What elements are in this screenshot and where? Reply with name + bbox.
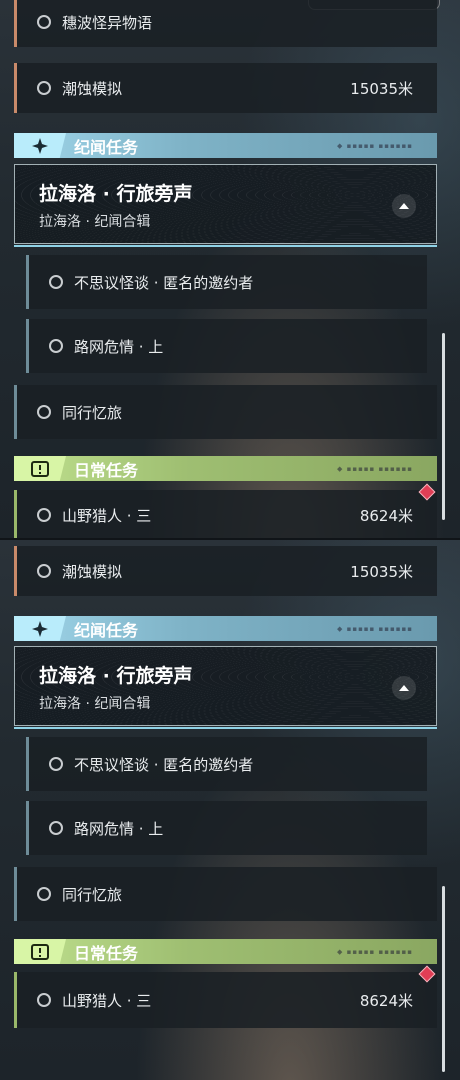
quest-label: 路网危情 · 上 [74,819,164,838]
quest-row-companion[interactable]: 同行忆旅 [14,385,437,439]
quest-label: 潮蚀模拟 [62,562,123,581]
quest-row-spectral[interactable]: 穗波怪异物语 [14,0,437,47]
quest-distance: 15035米 [350,562,413,581]
quest-row-hunter[interactable]: 山野猎人 · 三 8624米 [14,490,437,540]
exclamation-box-icon [14,939,66,964]
quest-type-bar [14,385,17,439]
section-title: 纪闻任务 [74,137,139,157]
radio-icon [49,821,63,835]
section-header-chronicle: 纪闻任务 ◆ ▪▪▪▪▪ ▪▪▪▪▪▪ [14,616,437,641]
radio-icon [49,275,63,289]
quest-list-panel-top: 穗波怪异物语 潮蚀模拟 15035米 纪闻任务 ◆ ▪▪▪▪▪ ▪▪▪▪▪▪ 拉… [0,0,460,540]
quest-label: 山野猎人 · 三 [62,991,152,1010]
quest-list-panel-bottom: 潮蚀模拟 15035米 纪闻任务 ◆ ▪▪▪▪▪ ▪▪▪▪▪▪ 拉海洛 · 行旅… [0,540,460,1080]
quest-type-bar [14,867,17,921]
card-underline [14,727,437,729]
decorative-pattern: ◆ ▪▪▪▪▪ ▪▪▪▪▪▪ [336,947,413,956]
radio-icon [37,564,51,578]
scrollbar-thumb[interactable] [442,886,445,1072]
quest-label: 不思议怪谈 · 匿名的邀约者 [74,755,254,774]
radio-icon [37,993,51,1007]
quest-type-bar [14,63,17,113]
quest-label: 穗波怪异物语 [62,13,153,32]
quest-type-bar [26,255,29,309]
quest-subrow-network[interactable]: 路网危情 · 上 [26,801,427,855]
quest-label: 山野猎人 · 三 [62,506,152,525]
quest-distance: 15035米 [350,79,413,98]
radio-icon [37,81,51,95]
radio-icon [49,757,63,771]
exclamation-box-icon [14,456,66,481]
quest-group-subtitle: 拉海洛 · 纪闻合辑 [39,696,151,712]
scrollbar-thumb[interactable] [442,333,445,520]
quest-label: 同行忆旅 [62,403,123,422]
quest-label: 同行忆旅 [62,885,123,904]
card-underline [14,245,437,247]
quest-label: 不思议怪谈 · 匿名的邀约者 [74,273,254,292]
quest-type-bar [14,490,17,540]
section-title: 纪闻任务 [74,620,139,640]
quest-group-subtitle: 拉海洛 · 纪闻合辑 [39,214,151,230]
decorative-pattern: ◆ ▪▪▪▪▪ ▪▪▪▪▪▪ [336,141,413,150]
radio-icon [37,15,51,29]
quest-group-card[interactable]: 拉海洛 · 行旅旁声 拉海洛 · 纪闻合辑 [14,646,437,729]
quest-group-card[interactable]: 拉海洛 · 行旅旁声 拉海洛 · 纪闻合辑 [14,164,437,247]
quest-type-bar [26,319,29,373]
radio-icon [37,887,51,901]
four-point-star-icon [14,133,66,158]
four-point-star-icon [14,616,66,641]
quest-distance: 8624米 [359,991,413,1010]
quest-group-title: 拉海洛 · 行旅旁声 [39,665,193,687]
quest-label: 路网危情 · 上 [74,337,164,356]
section-header-chronicle: 纪闻任务 ◆ ▪▪▪▪▪ ▪▪▪▪▪▪ [14,133,437,158]
quest-distance: 8624米 [359,506,413,525]
quest-type-bar [14,0,17,47]
collapse-icon[interactable] [392,194,416,218]
radio-icon [37,405,51,419]
section-header-daily: 日常任务 ◆ ▪▪▪▪▪ ▪▪▪▪▪▪ [14,456,437,481]
quest-row-hunter[interactable]: 山野猎人 · 三 8624米 [14,972,437,1028]
collapse-icon[interactable] [392,676,416,700]
section-header-daily: 日常任务 ◆ ▪▪▪▪▪ ▪▪▪▪▪▪ [14,939,437,964]
radio-icon [49,339,63,353]
quest-label: 潮蚀模拟 [62,79,123,98]
decorative-pattern: ◆ ▪▪▪▪▪ ▪▪▪▪▪▪ [336,624,413,633]
decorative-pattern: ◆ ▪▪▪▪▪ ▪▪▪▪▪▪ [336,464,413,473]
quest-type-bar [14,546,17,596]
quest-subrow-anonymous[interactable]: 不思议怪谈 · 匿名的邀约者 [26,255,427,309]
section-title: 日常任务 [74,460,139,480]
quest-group-title: 拉海洛 · 行旅旁声 [39,183,193,205]
quest-subrow-anonymous[interactable]: 不思议怪谈 · 匿名的邀约者 [26,737,427,791]
quest-row-tidal[interactable]: 潮蚀模拟 15035米 [14,546,437,596]
quest-row-companion[interactable]: 同行忆旅 [14,867,437,921]
quest-type-bar [26,737,29,791]
section-title: 日常任务 [74,943,139,963]
radio-icon [37,508,51,522]
quest-type-bar [14,972,17,1028]
quest-type-bar [26,801,29,855]
quest-subrow-network[interactable]: 路网危情 · 上 [26,319,427,373]
quest-row-tidal[interactable]: 潮蚀模拟 15035米 [14,63,437,113]
